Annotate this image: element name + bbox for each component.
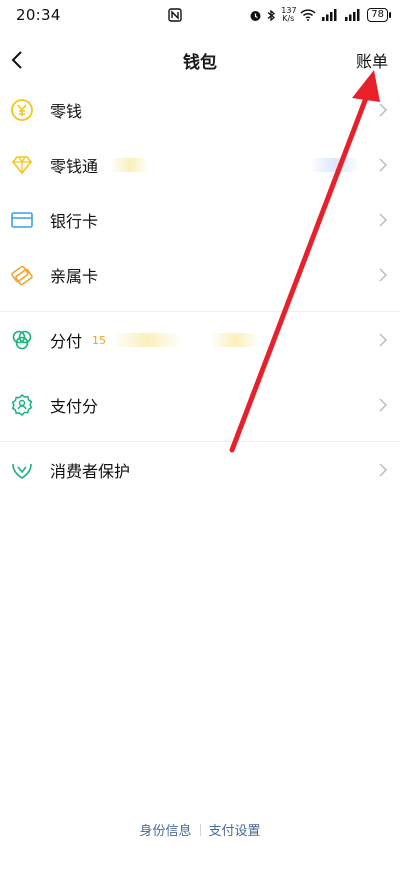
list-item-bank-card[interactable]: 银行卡 bbox=[0, 200, 400, 240]
list-item-installment[interactable]: 分付 15 bbox=[0, 320, 400, 360]
diamond-icon bbox=[11, 156, 33, 175]
nfc-icon bbox=[168, 8, 182, 22]
status-time: 20:34 bbox=[16, 6, 61, 24]
chevron-right-icon bbox=[379, 398, 388, 412]
list-item-label: 亲属卡 bbox=[50, 267, 99, 286]
chevron-right-icon bbox=[379, 213, 388, 227]
blurred-content bbox=[210, 333, 260, 347]
nav-bar: 钱包 账单 bbox=[0, 38, 400, 82]
chevron-right-icon bbox=[379, 158, 388, 172]
footer-separator bbox=[199, 823, 201, 836]
list-item-label: 消费者保护 bbox=[50, 462, 131, 481]
chevron-right-icon bbox=[379, 268, 388, 282]
installment-icon bbox=[12, 330, 32, 350]
annotation-arrow bbox=[229, 70, 380, 453]
wifi-icon bbox=[300, 9, 316, 21]
card-icon bbox=[11, 212, 33, 228]
page-title: 钱包 bbox=[183, 53, 217, 73]
alarm-icon bbox=[250, 10, 261, 21]
installment-badge: 15 bbox=[92, 333, 106, 347]
list-item-change[interactable]: 零钱 bbox=[0, 90, 400, 130]
blurred-content bbox=[310, 158, 360, 172]
blurred-content bbox=[110, 158, 150, 172]
protection-icon bbox=[12, 463, 32, 479]
list-item-label: 支付分 bbox=[50, 397, 99, 416]
list-item-label: 零钱通 bbox=[50, 157, 99, 176]
chevron-right-icon bbox=[379, 463, 388, 477]
section-divider bbox=[0, 441, 400, 442]
bluetooth-icon bbox=[267, 9, 276, 21]
chevron-right-icon bbox=[379, 103, 388, 117]
footer-links: 身份信息 支付设置 bbox=[0, 820, 400, 839]
identity-info-link[interactable]: 身份信息 bbox=[139, 820, 191, 839]
list-item-family-card[interactable]: 亲属卡 bbox=[0, 255, 400, 295]
chevron-right-icon bbox=[379, 333, 388, 347]
system-icons: 137 K/s 78 bbox=[249, 6, 391, 23]
list-item-consumer-protection[interactable]: 消费者保护 bbox=[0, 450, 400, 490]
list-item-payscore[interactable]: 支付分 bbox=[0, 385, 400, 425]
battery-indicator: 78 bbox=[367, 8, 391, 22]
signal-icon bbox=[322, 9, 337, 21]
payment-settings-link[interactable]: 支付设置 bbox=[209, 820, 261, 839]
list-item-label: 银行卡 bbox=[50, 212, 99, 231]
section-divider bbox=[0, 311, 400, 312]
blurred-content bbox=[112, 333, 182, 347]
bill-button[interactable]: 账单 bbox=[356, 48, 388, 72]
list-item-licaitong[interactable]: 零钱通 bbox=[0, 145, 400, 185]
payscore-icon bbox=[11, 394, 33, 416]
status-bar: 20:34 137 K/s 78 bbox=[0, 0, 400, 32]
coin-icon bbox=[11, 99, 33, 121]
signal-icon-2 bbox=[345, 9, 360, 21]
family-card-icon bbox=[11, 265, 33, 286]
list-item-label: 分付 bbox=[50, 332, 83, 351]
network-speed: 137 K/s bbox=[281, 6, 297, 23]
list-item-label: 零钱 bbox=[50, 102, 83, 121]
